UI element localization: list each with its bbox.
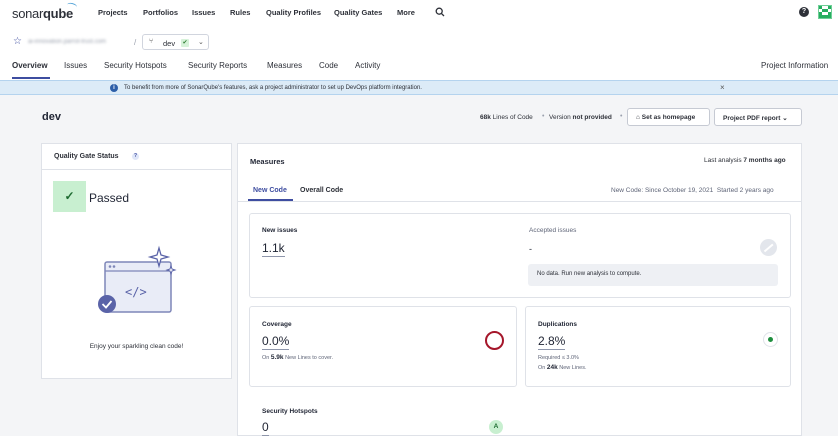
new-issues-value[interactable]: 1.1k [262,241,285,257]
duplications-card: Duplications 2.8% Required ≤ 3.0% On 24k… [525,306,791,387]
coverage-label: Coverage [262,321,292,328]
duplications-sub: On 24k New Lines. [538,364,586,371]
version-value: not provided [572,114,612,121]
top-navigation: sonarqube Projects Portfolios Issues Rul… [0,0,838,26]
meta-separator: • [620,113,623,120]
tab-code[interactable]: Code [319,61,338,70]
loc-label: Lines of Code [492,114,533,121]
duplications-sub-num: 24k [546,364,558,371]
branch-icon: ⑂ [149,38,154,45]
sonarqube-logo[interactable]: sonarqube [12,1,78,21]
project-bar: ☆ ai-innovation.parrot-trust.com / ⑂ dev… [0,26,838,80]
nav-quality-gates[interactable]: Quality Gates [334,8,382,17]
coverage-ring-icon [485,331,504,350]
version-info: Version not provided [549,114,612,121]
project-name[interactable]: ai-innovation.parrot-trust.com [28,39,106,45]
chevron-down-icon: ⌄ [198,39,204,46]
tab-new-code[interactable]: New Code [253,187,287,194]
clean-code-illustration-icon: </> [98,245,177,313]
coverage-value[interactable]: 0.0% [262,334,290,350]
coverage-sub: On 5.9k New Lines to cover. [262,354,333,361]
favorite-star-icon[interactable]: ☆ [13,37,23,47]
project-information-link[interactable]: Project Information [761,61,828,70]
close-icon[interactable]: × [720,83,725,92]
quality-gate-title: Quality Gate Status [54,153,119,160]
nav-more[interactable]: More [397,8,415,17]
security-hotspots-value[interactable]: 0 [262,420,269,436]
tab-overall-code[interactable]: Overall Code [300,187,343,194]
search-icon[interactable] [435,7,445,17]
nav-projects[interactable]: Projects [98,8,128,17]
no-data-text: No data. Run new analysis to compute. [537,271,642,277]
meta-separator: • [542,113,545,120]
no-data-notice: No data. Run new analysis to compute. [528,264,778,286]
home-icon: ⌂ [636,114,640,121]
coverage-sub-post: New Lines to cover. [285,355,334,361]
page-title: dev [42,111,61,123]
duplications-sub-pre: On [538,365,546,371]
duplications-label: Duplications [538,321,578,328]
tab-security-reports[interactable]: Security Reports [188,61,247,70]
banner-text: To benefit from more of SonarQube's feat… [124,84,422,91]
help-icon[interactable]: ? [132,153,139,160]
quality-gate-panel: Quality Gate Status ? ✓ Passed </> Enjoy… [41,143,232,379]
measures-panel: Measures Last analysis 7 months ago New … [237,143,802,436]
breadcrumb-separator: / [134,38,137,47]
accepted-issues-value: - [529,244,532,254]
new-code-started: Started 2 years ago [716,187,774,194]
security-grade-badge: A [489,420,503,434]
tab-activity[interactable]: Activity [355,61,380,70]
tab-measures[interactable]: Measures [267,61,302,70]
coverage-sub-pre: On [262,355,270,361]
pdf-report-button[interactable]: Project PDF report ⌄ [714,108,802,126]
duplications-ring-icon [763,332,778,347]
tab-issues[interactable]: Issues [64,61,87,70]
no-data-icon [760,239,777,256]
divider [42,169,231,170]
last-analysis-label: Last analysis [704,157,742,164]
last-analysis: Last analysis 7 months ago [704,157,786,164]
branch-selector[interactable]: ⑂ dev ✔ ⌄ [142,34,209,50]
logo-text-prefix: sonar [12,6,44,21]
new-code-since: New Code: Since October 19, 2021 [611,187,714,194]
issues-card: New issues 1.1k Accepted issues - No dat… [249,213,791,298]
coverage-sub-num: 5.9k [270,354,284,361]
info-icon: i [110,84,118,92]
avatar[interactable] [818,5,832,19]
duplications-required: Required ≤ 3.0% [538,355,579,361]
info-banner: i To benefit from more of SonarQube's fe… [0,80,838,95]
set-homepage-label: Set as homepage [641,114,696,121]
duplications-value[interactable]: 2.8% [538,334,566,350]
set-homepage-button[interactable]: ⌂ Set as homepage [627,108,710,126]
loc-value: 68k [480,114,491,121]
coverage-card: Coverage 0.0% On 5.9k New Lines to cover… [249,306,517,387]
security-hotspots-label: Security Hotspots [262,408,318,415]
svg-text:</>: </> [125,285,147,299]
duplications-sub-post: New Lines. [559,365,587,371]
version-label: Version [549,114,571,121]
help-icon[interactable]: ? [799,7,809,17]
nav-quality-profiles[interactable]: Quality Profiles [266,8,321,17]
nav-portfolios[interactable]: Portfolios [143,8,178,17]
lines-of-code: 68k Lines of Code [480,114,533,121]
tab-security-hotspots[interactable]: Security Hotspots [104,61,167,70]
last-analysis-value: 7 months ago [743,157,786,164]
new-code-period: New Code: Since October 19, 2021 Started… [611,187,774,194]
active-tab-indicator [12,77,50,79]
measures-title: Measures [250,157,285,166]
security-hotspots-card [249,395,517,436]
nav-rules[interactable]: Rules [230,8,250,17]
nav-issues[interactable]: Issues [192,8,215,17]
quality-gate-status: Passed [89,191,130,205]
accepted-issues-label: Accepted issues [529,227,577,234]
divider [238,201,801,202]
pdf-report-label: Project PDF report [723,115,781,122]
check-icon: ✓ [53,181,86,212]
tab-overview[interactable]: Overview [12,61,48,70]
branch-name: dev [163,39,176,48]
check-icon: ✔ [181,39,189,47]
quality-gate-message: Enjoy your sparkling clean code! [89,343,184,350]
new-issues-label: New issues [262,227,298,234]
chevron-down-icon: ⌄ [782,115,788,122]
